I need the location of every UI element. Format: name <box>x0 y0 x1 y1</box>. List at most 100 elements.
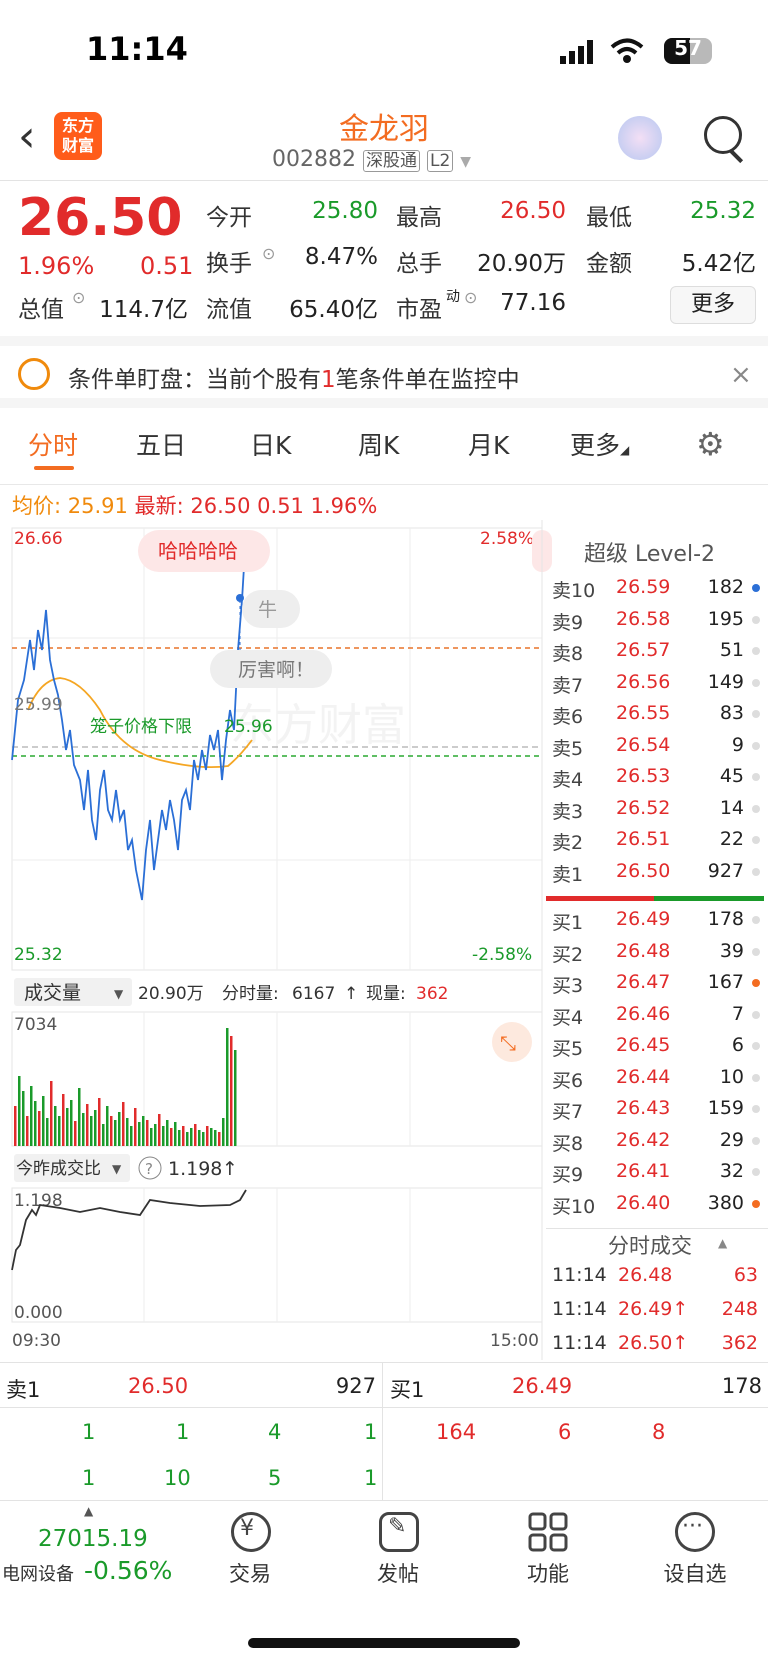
latest-value: 26.50 <box>190 494 251 518</box>
help-icon-glyph: ? <box>145 1160 153 1178</box>
divider <box>546 1228 768 1229</box>
tab-more[interactable]: 更多◢ <box>570 426 629 462</box>
bid-level-volume: 178 <box>707 908 744 930</box>
comment-bubble-text: 厉害啊！ <box>238 659 314 681</box>
volume-bar <box>138 1122 141 1146</box>
volume-bar <box>114 1120 117 1146</box>
robot-assistant-icon[interactable] <box>618 116 662 160</box>
sell-queue-item: 4 <box>268 1420 282 1444</box>
nav-add-watchlist[interactable]: 设自选 <box>645 1558 745 1588</box>
high-label: 最高 <box>396 205 442 231</box>
pe-superscript: 动 <box>446 289 460 305</box>
volume-bar <box>142 1116 145 1146</box>
comment-bubble-text: 牛 <box>258 599 277 621</box>
volume-bar <box>234 1050 237 1146</box>
tick-price: 26.48 <box>618 1264 673 1286</box>
index-name[interactable]: 电网设备 <box>2 1560 74 1586</box>
volume-label: 总手 <box>396 251 442 277</box>
tick-volume: 362 <box>721 1332 758 1354</box>
volume-bar <box>70 1100 73 1146</box>
index-value[interactable]: 27015.19 <box>38 1526 148 1552</box>
nav-trade[interactable]: 交易 <box>200 1558 300 1588</box>
bid-level-volume: 10 <box>719 1065 744 1088</box>
bid-level-volume: 7 <box>731 1002 744 1025</box>
gear-icon[interactable]: ⚙ <box>696 428 725 460</box>
divider <box>0 484 768 485</box>
tab-intraday[interactable]: 分时 <box>28 426 78 462</box>
volume-bars <box>14 1028 237 1146</box>
bid-level-price: 26.43 <box>616 1097 671 1119</box>
stock-code-row[interactable]: 002882 深股通 L2 ▼ <box>272 146 471 172</box>
volume-bar <box>30 1086 33 1146</box>
bid-level-volume: 6 <box>731 1034 744 1056</box>
nav-post[interactable]: 发帖 <box>348 1558 448 1588</box>
ask-level-volume: 51 <box>719 639 744 661</box>
bid-level-label: 买8 <box>552 1132 584 1155</box>
turnover-label: 换手 <box>206 251 252 277</box>
chevron-down-icon: ▼ <box>114 987 124 1001</box>
open-label: 今开 <box>206 205 252 231</box>
bid-level-volume: 167 <box>707 971 744 993</box>
ask-level-volume: 149 <box>707 670 744 693</box>
tab-daily-k[interactable]: 日K <box>250 426 291 462</box>
chevron-down-icon: ◢ <box>620 443 630 457</box>
sell-queue-item: 1 <box>364 1466 378 1490</box>
volume-bar <box>94 1110 97 1146</box>
volume-bar <box>78 1088 81 1146</box>
search-icon[interactable] <box>704 116 742 154</box>
volume-total: 20.90万 <box>138 984 204 1004</box>
tab-five-day[interactable]: 五日 <box>136 426 186 462</box>
cage-value: 25.96 <box>224 717 273 737</box>
ask-level-volume: 195 <box>707 607 744 630</box>
amount-value: 5.42亿 <box>681 251 756 277</box>
level-dot <box>752 867 760 876</box>
dots-glyph: ··· <box>682 1514 703 1539</box>
avg-value: 25.91 <box>67 494 128 518</box>
tab-monthly-k[interactable]: 月K <box>468 426 509 462</box>
time-start-label: 09:30 <box>12 1331 61 1351</box>
ask-level-price: 26.52 <box>616 796 671 819</box>
info-icon[interactable]: ⊙ <box>262 244 275 263</box>
tick-time: 11:14 <box>552 1298 607 1320</box>
pe-value: 77.16 <box>500 290 566 316</box>
volume-bar <box>26 1116 29 1146</box>
volume-tick-label: 分时量: <box>222 984 279 1004</box>
volume-bar <box>66 1108 69 1146</box>
ask-level-label: 卖9 <box>552 611 584 634</box>
ask-level-label: 卖8 <box>552 643 584 665</box>
divider <box>0 180 768 181</box>
more-button[interactable]: 更多 <box>670 286 756 324</box>
ask-level-price: 26.58 <box>616 607 671 630</box>
tick-time: 11:14 <box>552 1264 607 1286</box>
close-icon[interactable]: × <box>730 360 752 390</box>
level-dot <box>752 1010 760 1019</box>
tab-weekly-k[interactable]: 周K <box>358 426 399 462</box>
bid-level-label: 买2 <box>552 943 584 966</box>
ask-level-label: 卖10 <box>552 580 596 602</box>
app-logo: 东方 财富 <box>54 112 102 160</box>
up-arrow-icon: ↑ <box>222 1158 238 1180</box>
volume-bar <box>230 1036 233 1146</box>
chevron-up-icon[interactable]: ▲ <box>84 1504 93 1518</box>
alert-text: 条件单盯盘：当前个股有1笔条件单在监控中 <box>68 360 520 394</box>
nav-functions[interactable]: 功能 <box>498 1558 598 1588</box>
volume-bar <box>62 1094 65 1146</box>
bid-level-label: 买10 <box>552 1195 596 1218</box>
mktcap-value: 114.7亿 <box>99 297 188 323</box>
ask-level-price: 26.53 <box>616 765 671 787</box>
volume-bar <box>190 1128 193 1146</box>
volume-bar <box>22 1091 25 1146</box>
back-chevron-icon[interactable]: ‹ <box>18 115 36 159</box>
bid-level-volume: 29 <box>719 1128 744 1151</box>
info-icon[interactable]: ⊙ <box>72 288 85 307</box>
chevron-up-icon[interactable]: ▲ <box>718 1236 727 1250</box>
ask-level-price: 26.57 <box>616 639 671 661</box>
volume-bar <box>18 1076 21 1146</box>
ask-level-volume: 22 <box>719 828 744 850</box>
grid-icon[interactable] <box>528 1512 568 1552</box>
sell-queue-item: 5 <box>268 1466 282 1490</box>
index-pct[interactable]: -0.56% <box>84 1556 172 1585</box>
up-arrow-icon: ↑ <box>344 984 358 1004</box>
stock-name[interactable]: 金龙羽 <box>284 104 484 148</box>
volume-bar <box>162 1126 165 1146</box>
